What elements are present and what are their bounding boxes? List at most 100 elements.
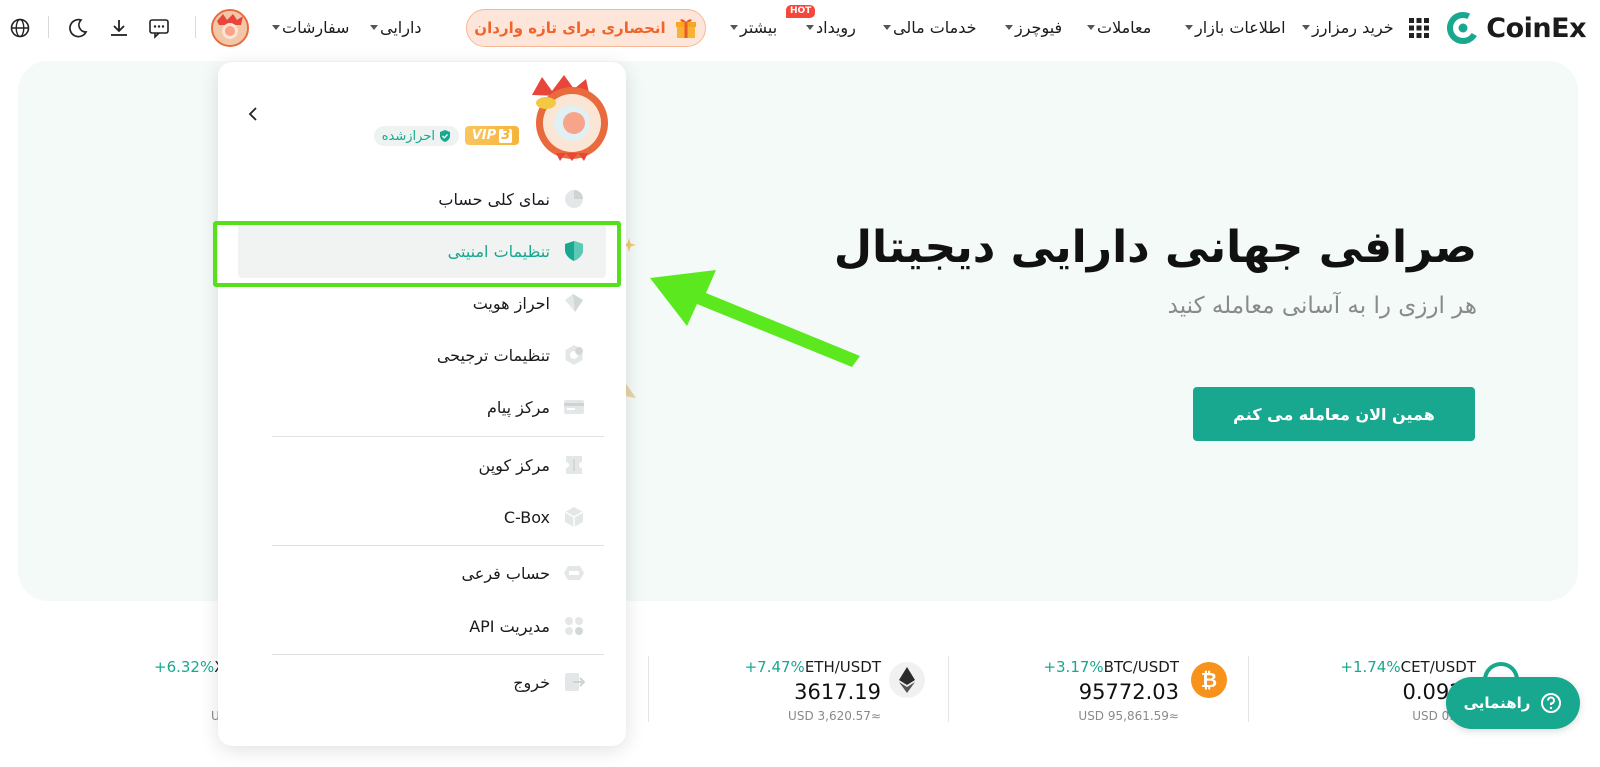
menu-sub-account[interactable]: حساب فرعی [238, 546, 606, 600]
nav-more[interactable]: بیشتر [728, 0, 777, 55]
apps-grid-icon [1409, 17, 1429, 38]
nav-label: خدمات مالی [893, 18, 977, 37]
nav-buy-crypto[interactable]: خرید رمزارز [1300, 0, 1394, 55]
vip-label: VIP [471, 128, 497, 143]
ticker-usd: USD 95,861.59≈ [1078, 709, 1179, 723]
ticker-pair: +3.17%BTC/USDT [1043, 658, 1179, 676]
download-icon [111, 19, 127, 36]
chevron-down-icon [272, 25, 280, 30]
divider [1248, 656, 1249, 722]
top-navigation: CoinEx خرید رمزارز اطلاعات بازار معاملات… [0, 0, 1600, 55]
verified-badge: احرازشده [373, 126, 459, 146]
settings-icon [562, 343, 586, 367]
vip-badge: VIP 3 [465, 126, 519, 145]
menu-label: مدیریت API [469, 616, 550, 636]
menu-coupon-center[interactable]: مرکز کوپن [238, 438, 606, 492]
ticker-price: 95772.03 [1078, 680, 1179, 704]
highlight-box [213, 221, 621, 287]
collapse-button[interactable] [244, 104, 264, 124]
download-button[interactable] [108, 0, 130, 55]
trade-now-button[interactable]: همین الان معامله می کنم [1193, 387, 1475, 441]
api-icon [562, 614, 586, 638]
chevron-down-icon [806, 25, 814, 30]
nav-market-info[interactable]: اطلاعات بازار [1183, 0, 1286, 55]
nav-trading[interactable]: معاملات [1085, 0, 1151, 55]
nav-orders[interactable]: سفارشات [270, 0, 349, 55]
ethereum-icon [889, 662, 925, 698]
help-button[interactable]: راهنمایی [1446, 677, 1580, 729]
ticker-item-btc[interactable]: ₿ +3.17%BTC/USDT 95772.03 USD 95,861.59≈ [950, 650, 1240, 725]
message-icon [562, 395, 586, 419]
menu-label: مرکز کوپن [478, 455, 550, 475]
box-icon [562, 505, 586, 529]
chevron-down-icon [370, 25, 378, 30]
menu-preferences[interactable]: تنظیمات ترجیحی [238, 328, 606, 382]
menu-label: خروج [513, 672, 550, 692]
sub-account-icon [562, 561, 586, 585]
divider [948, 656, 949, 722]
promo-label: انحصاری برای تازه واردان [474, 19, 666, 37]
menu-label: نمای کلی حساب [438, 189, 550, 209]
menu-c-box[interactable]: C-Box [238, 490, 606, 544]
nav-label: رویداد [816, 18, 856, 37]
chat-icon [149, 18, 169, 39]
ticker-pair: +1.74%CET/USDT [1340, 658, 1476, 676]
chevron-down-icon [1185, 25, 1193, 30]
logout-icon [562, 670, 586, 694]
chevron-down-icon [1302, 25, 1310, 30]
ticker-pair: +7.47%ETH/USDT [744, 658, 881, 676]
nav-label: معاملات [1097, 18, 1152, 37]
coupon-icon [562, 453, 586, 477]
divider [272, 436, 604, 437]
chevron-down-icon [1005, 25, 1013, 30]
nav-label: اطلاعات بازار [1195, 18, 1286, 37]
moon-icon [69, 18, 88, 37]
menu-message-center[interactable]: مرکز پیام [238, 380, 606, 434]
menu-logout[interactable]: خروج [238, 655, 606, 709]
theme-toggle-button[interactable] [67, 0, 89, 55]
ticker-item-partial[interactable]: +6.32%XI U [0, 650, 230, 725]
ticker-item-eth[interactable]: +7.47%ETH/USDT 3617.19 USD 3,620.57≈ [650, 650, 940, 725]
menu-label: احراز هویت [472, 293, 550, 313]
globe-icon [10, 18, 30, 37]
menu-account-overview[interactable]: نمای کلی حساب [238, 172, 606, 226]
chevron-down-icon [883, 25, 891, 30]
logo-text: CoinEx [1486, 12, 1586, 44]
nav-financial-services[interactable]: خدمات مالی [881, 0, 977, 55]
nav-label: بیشتر [740, 18, 778, 37]
avatar-image-icon [213, 11, 247, 45]
gift-icon [675, 19, 696, 38]
vip-level: 3 [499, 127, 513, 143]
hero-subtitle: هر ارزی را به آسانی معامله کنید [1167, 293, 1477, 319]
nav-assets[interactable]: دارایی [368, 0, 422, 55]
question-icon [1541, 693, 1562, 713]
verified-label: احرازشده [381, 128, 435, 144]
id-card-icon [562, 291, 586, 315]
menu-label: حساب فرعی [461, 563, 550, 583]
nav-futures[interactable]: فیوچرز [1003, 0, 1062, 55]
verified-shield-icon [440, 130, 450, 142]
nav-label: دارایی [380, 18, 422, 37]
help-label: راهنمایی [1463, 694, 1531, 712]
nav-label: خرید رمزارز [1312, 18, 1394, 37]
menu-label: C-Box [503, 507, 550, 527]
coinex-logo[interactable]: CoinEx [1446, 9, 1586, 47]
menu-label: تنظیمات ترجیحی [436, 345, 550, 365]
account-dropdown: VIP 3 احرازشده نمای کلی حساب تنظیمات امن… [218, 62, 626, 746]
profile-avatar [526, 73, 612, 161]
new-user-promo-button[interactable]: انحصاری برای تازه واردان [466, 9, 706, 47]
menu-api-management[interactable]: مدیریت API [238, 599, 606, 653]
coinex-logo-mark-icon [1447, 12, 1480, 44]
nav-label: فیوچرز [1015, 18, 1063, 37]
divider [195, 16, 196, 38]
menu-label: مرکز پیام [487, 397, 550, 417]
user-avatar-button[interactable] [211, 9, 249, 47]
nav-label: سفارشات [282, 18, 350, 37]
divider [48, 16, 49, 38]
language-button[interactable] [9, 0, 31, 55]
ticker-usd: USD 3,620.57≈ [788, 709, 881, 723]
apps-grid-button[interactable] [1408, 0, 1430, 55]
ticker-price: 3617.19 [794, 680, 881, 704]
chat-button[interactable] [148, 0, 170, 55]
bitcoin-icon: ₿ [1191, 662, 1227, 698]
